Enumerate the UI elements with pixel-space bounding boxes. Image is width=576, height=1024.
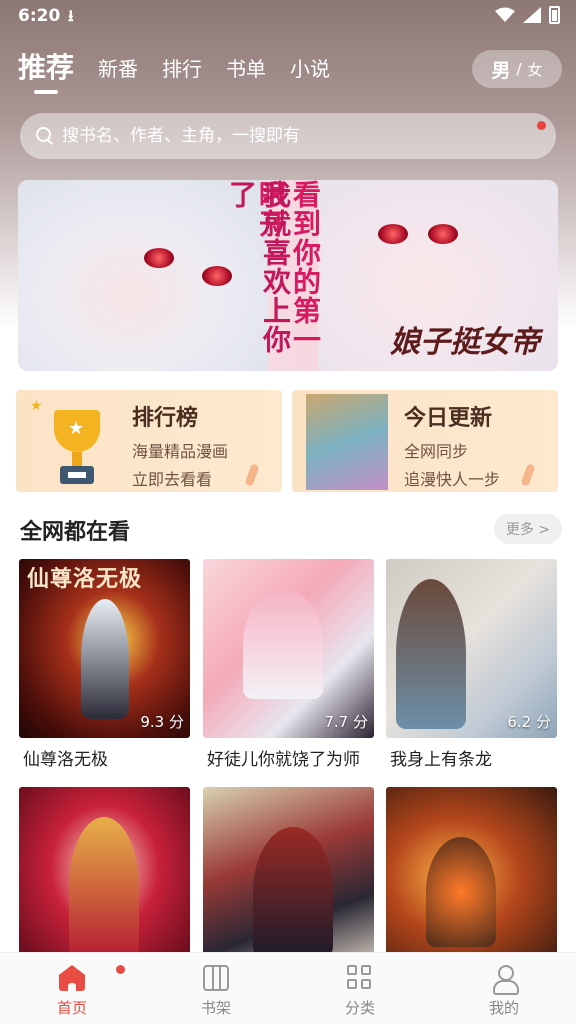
today-update-thumbnail bbox=[306, 394, 388, 490]
status-bar: 6:20 ⭳ bbox=[0, 0, 576, 34]
book-score: 9.3 分 bbox=[140, 713, 184, 731]
profile-icon bbox=[491, 965, 519, 995]
book-cover[interactable]: 6.2 分 bbox=[386, 559, 557, 738]
book-title[interactable]: 好徒儿你就饶了为师 bbox=[207, 745, 360, 770]
tab-novel[interactable]: 小说 bbox=[290, 53, 330, 92]
nav-category[interactable]: 分类 bbox=[288, 953, 432, 1024]
book-title[interactable]: 我身上有条龙 bbox=[390, 745, 492, 770]
battery-icon bbox=[549, 6, 560, 24]
book-cover[interactable] bbox=[203, 787, 374, 966]
nav-label: 首页 bbox=[56, 999, 87, 1017]
bottom-navigation: 首页 书架 分类 我的 bbox=[0, 952, 576, 1024]
more-button[interactable]: 更多 > bbox=[494, 514, 562, 544]
home-icon bbox=[59, 965, 85, 991]
ranking-card[interactable]: ★ ★ 排行榜 海量精品漫画 立即去看看 bbox=[16, 390, 282, 492]
tab-ranking[interactable]: 排行 bbox=[162, 53, 202, 92]
banner-eye bbox=[428, 224, 458, 244]
book-cover[interactable] bbox=[386, 787, 557, 966]
decoration bbox=[520, 463, 536, 487]
book-cover[interactable]: 7.7 分 bbox=[203, 559, 374, 738]
category-icon bbox=[347, 965, 373, 991]
top-tabs: 推荐 新番 排行 书单 小说 bbox=[18, 46, 354, 94]
cover-figure bbox=[396, 579, 466, 729]
nav-label: 我的 bbox=[488, 999, 519, 1017]
search-bar[interactable] bbox=[20, 113, 556, 159]
today-update-card[interactable]: 今日更新 全网同步 追漫快人一步 bbox=[292, 390, 558, 492]
gender-male[interactable]: 男 bbox=[491, 56, 510, 83]
tab-booklist[interactable]: 书单 bbox=[226, 53, 266, 92]
banner-text-line2: 我就喜欢上你了 bbox=[225, 180, 292, 354]
book-score: 7.7 分 bbox=[324, 713, 368, 731]
ranking-card-title: 排行榜 bbox=[132, 406, 199, 431]
bookshelf-icon bbox=[203, 965, 229, 991]
today-update-subtitle: 全网同步 bbox=[404, 442, 469, 461]
ranking-card-subtitle: 海量精品漫画 bbox=[132, 442, 229, 461]
promo-banner[interactable]: 看到你的第一眼开 我就喜欢上你了 娘子挺女帝 bbox=[18, 180, 558, 371]
cover-figure bbox=[253, 827, 333, 957]
gender-toggle[interactable]: 男 / 女 bbox=[472, 50, 562, 88]
nav-label: 书架 bbox=[200, 999, 231, 1017]
banner-logo: 娘子挺女帝 bbox=[390, 325, 540, 360]
notification-dot bbox=[537, 121, 546, 130]
wifi-icon bbox=[495, 7, 515, 22]
today-update-title: 今日更新 bbox=[404, 406, 493, 431]
search-input[interactable] bbox=[62, 126, 512, 146]
tab-recommend[interactable]: 推荐 bbox=[18, 46, 74, 94]
notification-dot bbox=[116, 965, 125, 974]
cover-figure bbox=[81, 599, 129, 719]
gender-separator: / bbox=[516, 60, 522, 78]
ranking-card-cta: 立即去看看 bbox=[132, 470, 213, 489]
banner-eye bbox=[144, 248, 174, 268]
search-icon bbox=[36, 127, 54, 145]
nav-label: 分类 bbox=[344, 999, 375, 1017]
cover-figure bbox=[69, 817, 139, 957]
cover-art-title: 仙尊洛无极 bbox=[27, 566, 143, 592]
trophy-icon: ★ bbox=[46, 408, 108, 488]
book-title[interactable]: 仙尊洛无极 bbox=[23, 745, 108, 770]
gender-female[interactable]: 女 bbox=[528, 59, 543, 80]
signal-icon bbox=[523, 7, 541, 23]
book-score: 6.2 分 bbox=[507, 713, 551, 731]
nav-bookshelf[interactable]: 书架 bbox=[144, 953, 288, 1024]
book-cover[interactable] bbox=[19, 787, 190, 966]
banner-text-line1: 看到你的第一眼开 bbox=[255, 180, 322, 354]
cover-figure bbox=[243, 589, 323, 699]
star-icon: ★ bbox=[30, 398, 43, 414]
decoration bbox=[244, 463, 260, 487]
today-update-cta: 追漫快人一步 bbox=[404, 470, 501, 489]
download-icon: ⭳ bbox=[68, 6, 74, 25]
nav-profile[interactable]: 我的 bbox=[432, 953, 576, 1024]
nav-home[interactable]: 首页 bbox=[0, 953, 144, 1024]
status-time: 6:20 bbox=[18, 6, 61, 26]
book-cover[interactable]: 仙尊洛无极 9.3 分 bbox=[19, 559, 190, 738]
section-title: 全网都在看 bbox=[20, 520, 131, 545]
status-icons bbox=[495, 6, 560, 24]
cover-figure bbox=[426, 837, 496, 947]
banner-eye bbox=[202, 266, 232, 286]
banner-eye bbox=[378, 224, 408, 244]
tab-new[interactable]: 新番 bbox=[98, 53, 138, 92]
